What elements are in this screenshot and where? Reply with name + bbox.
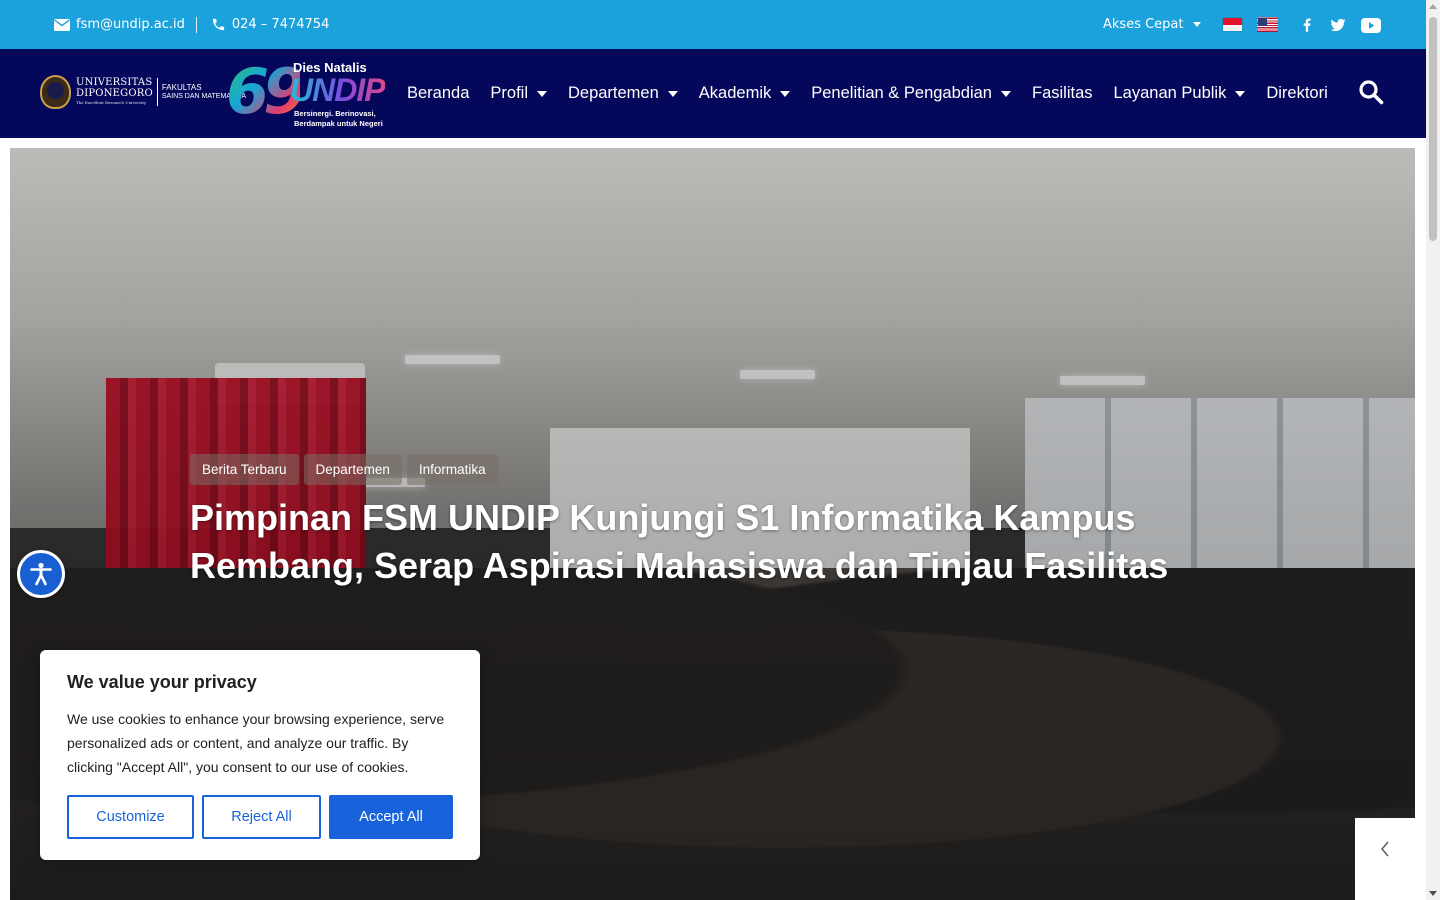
cookie-body: We use cookies to enhance your browsing … [67,711,445,775]
slider-prev-button[interactable] [1355,818,1415,900]
chevron-down-icon [1192,22,1201,27]
phone-icon [212,18,224,31]
hero-tags: Berita Terbaru Departemen Informatika [190,454,498,485]
phone-link[interactable]: 024 – 7474754 [211,17,329,32]
nav-item-label: Profil [490,84,528,102]
indonesia-flag-icon[interactable] [1222,17,1243,32]
university-tagline: The Excellent Research University [76,100,147,106]
main-menu: Beranda Profil Departemen Akademik Penel… [407,49,1349,138]
chevron-down-icon [667,90,678,97]
nav-item-label: Direktori [1266,84,1328,102]
chevron-left-icon [1381,841,1389,857]
dies-undip-word: UNDIP [290,72,386,108]
twitter-icon[interactable] [1329,16,1347,34]
nav-item-label: Beranda [407,84,470,102]
chevron-down-icon [1000,90,1011,97]
nav-item-label: Departemen [567,84,659,102]
logo-divider [156,78,158,106]
reject-all-button[interactable]: Reject All [202,795,321,839]
envelope-icon [54,18,70,31]
nav-item-label: Penelitian & Pengabdian [811,84,992,102]
chevron-down-icon [780,90,791,97]
nav-item-profil[interactable]: Profil [490,84,547,103]
nav-item-fasilitas[interactable]: Fasilitas [1032,84,1093,103]
main-navbar: UNIVERSITAS DIPONEGORO The Excellent Res… [0,49,1426,138]
scrollbar-thumb[interactable] [1429,17,1437,241]
tag-departemen[interactable]: Departemen [303,454,402,485]
accept-all-button[interactable]: Accept All [329,795,453,839]
quick-access-dropdown[interactable]: Akses Cepat [1103,0,1201,49]
nav-item-direktori[interactable]: Direktori [1266,84,1327,103]
cookie-consent-banner: We value your privacy We use cookies to … [40,650,480,860]
top-bar: fsm@undip.ac.id 024 – 7474754 Akses Cepa… [0,0,1440,49]
customize-button[interactable]: Customize [67,795,194,839]
email-text: fsm@undip.ac.id [76,17,185,32]
accessibility-button[interactable] [17,550,65,598]
quick-access-label: Akses Cepat [1103,17,1184,32]
email-link[interactable]: fsm@undip.ac.id [54,17,185,32]
usa-flag-icon[interactable] [1257,17,1278,32]
hero-headline[interactable]: Pimpinan FSM UNDIP Kunjungi S1 Informati… [190,494,1250,590]
phone-text: 024 – 7474754 [231,17,330,32]
youtube-icon[interactable] [1361,16,1381,34]
dies-natalis-logo[interactable]: 69 Dies Natalis UNDIP Bersinergi. Berino… [226,59,392,129]
cookie-title: We value your privacy [67,672,257,692]
chevron-down-icon [536,90,547,97]
nav-item-label: Fasilitas [1031,84,1093,102]
nav-item-layanan-publik[interactable]: Layanan Publik [1114,84,1246,103]
facebook-icon[interactable] [1298,16,1316,34]
nav-item-departemen[interactable]: Departemen [568,84,678,103]
search-icon[interactable] [1358,79,1384,105]
tag-informatika[interactable]: Informatika [406,454,498,485]
nav-item-label: Layanan Publik [1113,84,1227,102]
nav-item-beranda[interactable]: Beranda [407,84,469,103]
undip-seal-icon [40,75,71,109]
scroll-up-icon[interactable] [1429,4,1437,9]
scroll-down-icon[interactable] [1429,891,1437,896]
chevron-down-icon [1235,90,1246,97]
dies-tagline-1: Bersinergi. Berinovasi, [294,109,376,118]
nav-item-penelitian-pengabdian[interactable]: Penelitian & Pengabdian [811,84,1011,103]
undip-fsm-logo[interactable]: UNIVERSITAS DIPONEGORO The Excellent Res… [40,75,246,109]
divider [195,16,197,33]
nav-item-akademik[interactable]: Akademik [698,84,791,103]
university-name: UNIVERSITAS DIPONEGORO The Excellent Res… [76,78,153,105]
dies-tagline-2: Berdampak untuk Negeri [294,119,383,128]
nav-item-label: Akademik [698,84,772,102]
accessibility-icon [30,562,52,586]
page-scrollbar[interactable] [1426,0,1440,900]
contact-info: fsm@undip.ac.id 024 – 7474754 [54,0,329,49]
university-name-line2: DIPONEGORO [76,87,153,99]
tag-berita-terbaru[interactable]: Berita Terbaru [190,454,299,485]
